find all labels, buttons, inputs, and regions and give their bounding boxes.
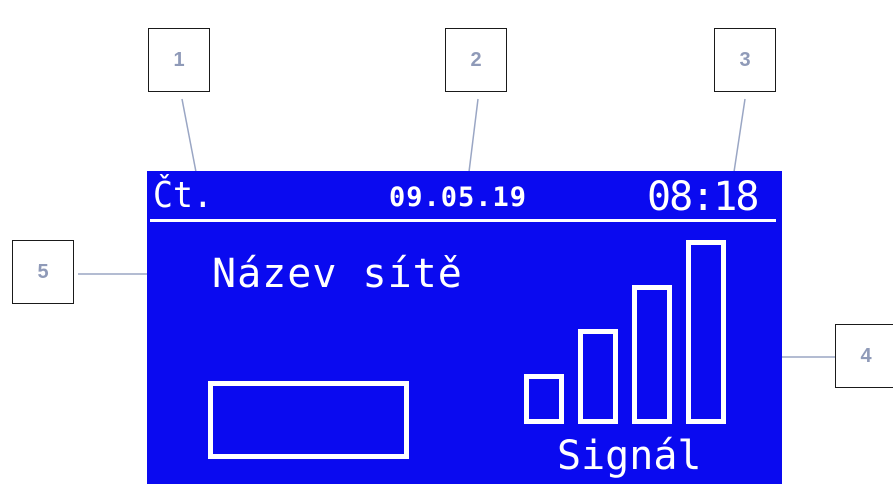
signal-label: Signál — [557, 433, 702, 479]
callout-2: 2 — [445, 28, 507, 92]
network-indicator-box — [208, 381, 409, 459]
signal-bar-3 — [632, 284, 672, 424]
network-name: Název sítě — [212, 251, 463, 297]
callout-5: 5 — [12, 240, 74, 304]
signal-bar-2 — [578, 329, 618, 424]
time-display: 08:18 — [647, 174, 759, 220]
header-divider — [150, 219, 776, 222]
day-of-week: Čt. — [153, 175, 213, 216]
callout-4: 4 — [835, 324, 893, 388]
signal-bar-1 — [524, 374, 564, 424]
callout-3: 3 — [714, 28, 776, 92]
date-display: 09.05.19 — [389, 182, 528, 213]
callout-1: 1 — [148, 28, 210, 92]
controller-display: Čt. 09.05.19 08:18 Název sítě Signál — [147, 171, 782, 484]
signal-bar-4 — [686, 240, 726, 424]
